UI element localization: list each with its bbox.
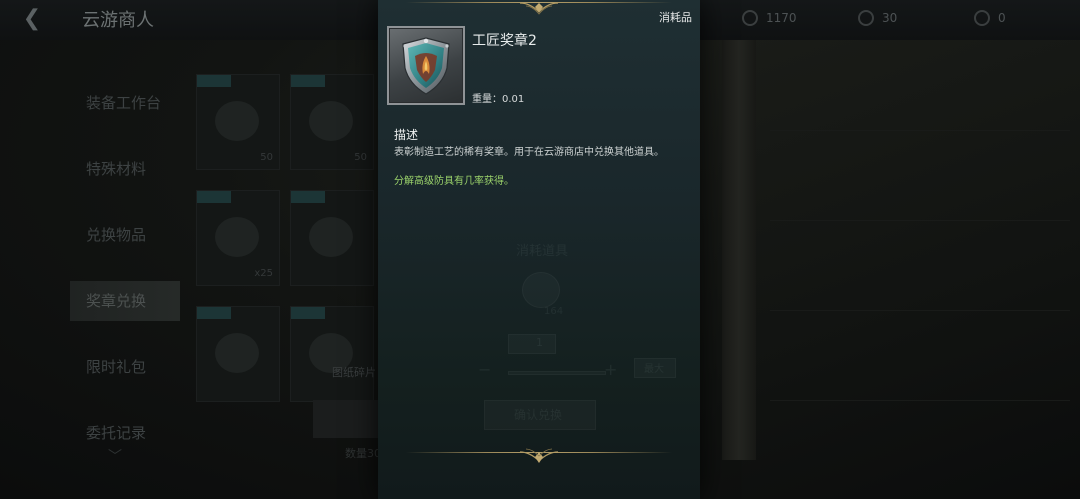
- acquisition-text: 分解高级防具有几率获得。: [394, 176, 514, 187]
- item-icon-frame: [387, 26, 465, 105]
- ghost-owned: 164: [544, 306, 564, 317]
- ghost-minus: −: [478, 360, 492, 379]
- item-tag: [291, 307, 325, 319]
- item-quantity: 50: [354, 152, 367, 163]
- scene-line: [770, 310, 1070, 311]
- item-thumb: [309, 101, 353, 141]
- tab-limited-pack[interactable]: 限时礼包: [70, 334, 180, 400]
- back-button[interactable]: ❮: [14, 6, 50, 32]
- bg-item-name: 图纸碎片: [332, 366, 376, 379]
- shop-item[interactable]: [290, 306, 374, 402]
- description-heading: 描述: [394, 128, 419, 142]
- weight-label: 重量：: [472, 94, 502, 105]
- item-tag: [197, 75, 231, 87]
- ghost-item-icon: [522, 272, 560, 308]
- shop-title: 云游商人: [82, 10, 154, 31]
- shop-item[interactable]: [196, 306, 280, 402]
- ghost-plus: +: [604, 360, 618, 379]
- coin-icon: [742, 10, 758, 26]
- shield-medal-icon: [402, 37, 450, 95]
- weight-value: 0.01: [502, 94, 525, 105]
- item-thumb: [215, 101, 259, 141]
- tab-workbench[interactable]: 装备工作台: [70, 70, 180, 136]
- item-tag: [291, 191, 325, 203]
- tab-records[interactable]: 委托记录: [70, 400, 180, 466]
- currency-3: 0: [974, 10, 1006, 26]
- item-thumb: [309, 217, 353, 257]
- ghost-section-title: 消耗道具: [516, 244, 569, 259]
- item-tooltip: 消耗道具 164 1 − + 最大 确认兑换 消耗品 工匠奖章2 重量：0.01…: [378, 0, 700, 499]
- shop-item[interactable]: 50: [196, 74, 280, 170]
- shop-item[interactable]: [290, 190, 374, 286]
- item-thumb: [215, 333, 259, 373]
- ornament-bottom-icon: [519, 448, 559, 463]
- tab-medal-exchange[interactable]: 奖章兑换: [70, 281, 180, 321]
- tab-exchange[interactable]: 兑换物品: [70, 202, 180, 268]
- tab-materials[interactable]: 特殊材料: [70, 136, 180, 202]
- description-text: 表彰制造工艺的稀有奖章。用于在云游商店中兑换其他道具。: [394, 147, 664, 158]
- scene-art: [700, 40, 1080, 499]
- shop-item[interactable]: 50: [290, 74, 374, 170]
- gem-icon: [858, 10, 874, 26]
- bg-price-box: [313, 400, 383, 438]
- currency-1: 1170: [742, 10, 797, 26]
- ghost-slider: [508, 371, 606, 375]
- scene-pillar: [722, 40, 756, 460]
- scene-line: [770, 400, 1070, 401]
- item-tag: [197, 307, 231, 319]
- item-category: 消耗品: [659, 11, 692, 24]
- ghost-quantity: 1: [536, 336, 543, 349]
- item-tag: [197, 191, 231, 203]
- item-weight: 重量：0.01: [472, 90, 524, 105]
- item-thumb: [215, 217, 259, 257]
- ghost-buy-label: 确认兑换: [514, 408, 563, 422]
- item-tag: [291, 75, 325, 87]
- currency-2: 30: [858, 10, 897, 26]
- ornament-top-icon: [519, 2, 559, 15]
- scene-line: [770, 130, 1070, 131]
- shop-item[interactable]: x25: [196, 190, 280, 286]
- item-quantity: 50: [260, 152, 273, 163]
- item-quantity: x25: [254, 268, 273, 279]
- ghost-quantity-box: [508, 334, 556, 354]
- token-icon: [974, 10, 990, 26]
- ghost-max: 最大: [644, 364, 664, 375]
- chevron-down-icon[interactable]: ﹀: [108, 446, 122, 466]
- category-tabs: 装备工作台 特殊材料 兑换物品 奖章兑换 限时礼包 委托记录: [70, 70, 180, 466]
- scene-line: [770, 220, 1070, 221]
- item-name: 工匠奖章2: [472, 33, 537, 49]
